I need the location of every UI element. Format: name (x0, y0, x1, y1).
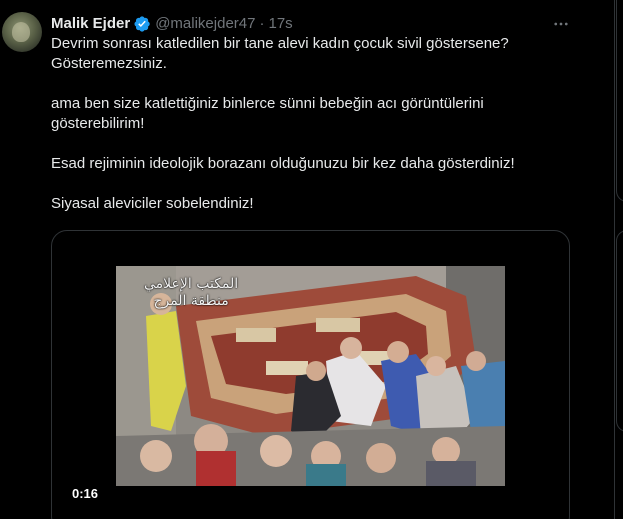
verified-badge-icon[interactable] (133, 15, 151, 33)
tweet-header: Malik Ejder @malikejder47 · 17s (51, 14, 293, 34)
author-handle[interactable]: @malikejder47 (155, 14, 255, 34)
tweet-text-line: ama ben size katlettiğiniz binlerce sünn… (51, 95, 484, 112)
more-horizontal-icon (554, 22, 568, 26)
video-thumbnail[interactable]: المكتب الإعلامي منطقة المرج (116, 266, 505, 486)
avatar[interactable] (2, 12, 42, 52)
sidebar-widget-edge (616, 230, 623, 432)
video-duration-badge: 0:16 (66, 483, 105, 505)
video-player[interactable]: المكتب الإعلامي منطقة المرج 0:16 (51, 230, 570, 519)
video-watermark-text: المكتب الإعلامي منطقة المرج (144, 276, 239, 309)
tweet-text-line: gösterebilirim! (51, 115, 145, 132)
tweet-text-line: Devrim sonrası katledilen bir tane alevi… (51, 35, 509, 52)
tweet-text-line: Esad rejiminin ideolojik borazanı olduğu… (51, 155, 515, 172)
separator-dot: · (259, 15, 265, 32)
tweet-body: Devrim sonrası katledilen bir tane alevi… (51, 34, 571, 214)
sidebar-widget-edge (616, 0, 623, 202)
tweet-timestamp[interactable]: 17s (268, 14, 292, 34)
tweet-text-line: Siyasal aleviciler sobelendiniz! (51, 195, 254, 212)
tweet-page: Malik Ejder @malikejder47 · 17s Devrim s… (0, 0, 623, 519)
tweet-text-line: Gösteremezsiniz. (51, 55, 167, 72)
column-divider (614, 0, 615, 519)
author-display-name[interactable]: Malik Ejder (51, 14, 130, 34)
